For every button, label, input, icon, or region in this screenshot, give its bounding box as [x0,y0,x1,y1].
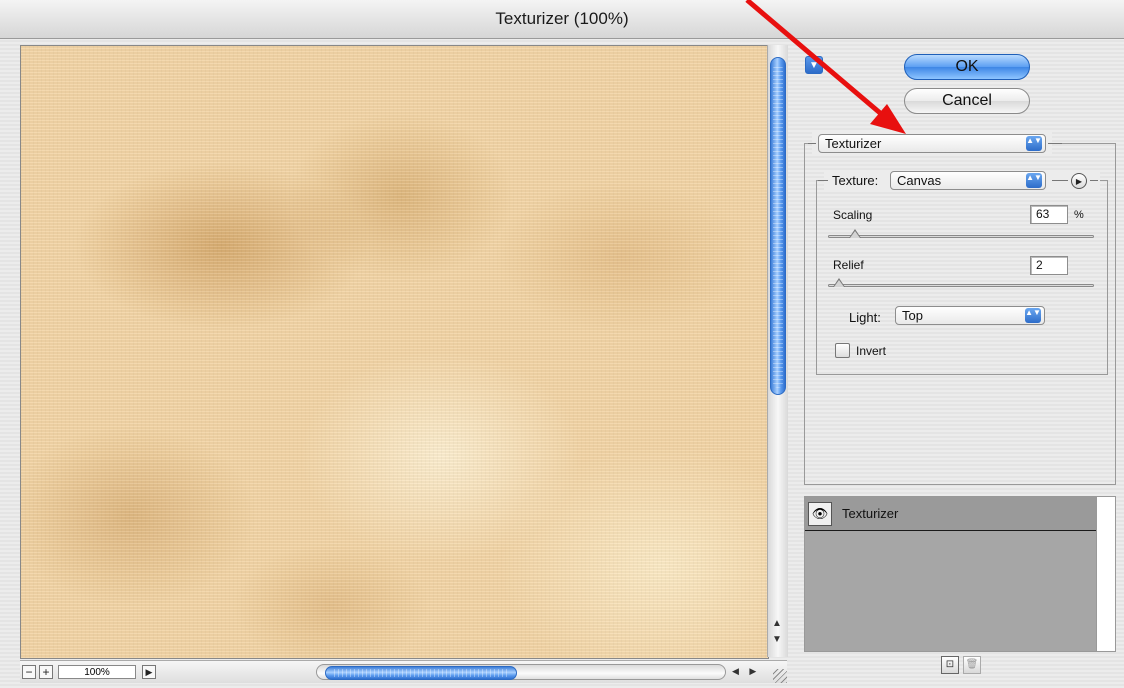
slider-thumb-face [833,280,844,287]
texture-preview-image[interactable] [20,45,769,659]
new-effect-layer-button[interactable]: ⊡ [941,656,959,674]
light-label: Light: [849,310,881,325]
eye-visibility-icon[interactable]: 👁 [808,502,832,526]
vertical-scrollbar[interactable]: ▲ ▼ [767,45,788,657]
popup-arrows-icon: ▲▼ [1026,136,1042,151]
cancel-button[interactable]: Cancel [904,88,1030,114]
horizontal-scroll-thumb[interactable] [325,666,517,680]
load-texture-menu-icon[interactable]: ▶ [1071,173,1087,189]
filter-select-dropdown[interactable]: Texturizer ▲▼ [818,134,1046,153]
effect-layers-list: 👁 Texturizer [804,496,1116,652]
popup-arrows-icon: ▲▼ [1026,173,1042,188]
filter-gallery-window: Texturizer (100%) ▲ ▼ − + 100% ▶ ◀ ▶ ▼ O… [0,0,1124,688]
scaling-slider-thumb[interactable] [848,229,861,238]
legend-rule [808,143,816,144]
relief-label: Relief [833,258,864,272]
invert-checkbox[interactable] [835,343,850,358]
title-bar[interactable]: Texturizer (100%) [0,0,1124,39]
scroll-thumb-grip [773,64,783,388]
filter-select-value: Texturizer [825,136,882,151]
preview-footer-bar: − + 100% ▶ ◀ ▶ [20,660,787,683]
gallery-options-button[interactable]: ▼ [805,56,823,74]
scroll-left-right-arrows-icon[interactable]: ◀ ▶ [732,666,760,677]
relief-slider-track[interactable] [828,284,1094,287]
invert-label: Invert [856,344,887,358]
texture-select-dropdown[interactable]: Canvas ▲▼ [890,171,1046,190]
texture-select-value: Canvas [897,173,942,188]
legend-rule [818,180,828,181]
relief-slider-thumb[interactable] [832,278,845,287]
delete-effect-layer-button[interactable]: 🗑 [963,656,981,674]
scroll-down-arrow-icon[interactable]: ▼ [772,635,782,645]
slider-thumb-face [849,231,860,238]
effect-layer-row[interactable]: 👁 Texturizer [805,497,1097,531]
scaling-slider-track[interactable] [828,235,1094,238]
zoom-out-button[interactable]: − [22,665,36,679]
layers-scrollbar[interactable] [1096,497,1115,651]
zoom-level-field[interactable]: 100% [58,665,136,679]
legend-rule [1048,143,1062,144]
light-direction-dropdown[interactable]: Top ▲▼ [895,306,1045,325]
resize-grip-icon[interactable] [773,669,787,683]
canvas-texture-overlay [21,46,768,658]
scroll-thumb-grip [334,669,508,677]
legend-rule [1052,180,1068,181]
light-direction-value: Top [902,308,923,323]
scroll-up-arrow-icon[interactable]: ▲ [772,619,782,629]
scaling-unit: % [1074,209,1084,221]
vertical-scroll-thumb[interactable] [770,57,786,395]
legend-rule [1090,180,1098,181]
scaling-input[interactable]: 63 [1030,205,1068,224]
effect-layer-label: Texturizer [842,506,899,521]
zoom-menu-arrow-icon[interactable]: ▶ [142,665,156,679]
popup-arrows-icon: ▲▼ [1025,308,1041,323]
scaling-label: Scaling [833,208,873,222]
relief-input[interactable]: 2 [1030,256,1068,275]
horizontal-scrollbar[interactable] [316,664,726,680]
zoom-in-button[interactable]: + [39,665,53,679]
texture-label: Texture: [832,173,879,188]
window-title: Texturizer (100%) [495,9,629,28]
ok-button[interactable]: OK [904,54,1030,80]
